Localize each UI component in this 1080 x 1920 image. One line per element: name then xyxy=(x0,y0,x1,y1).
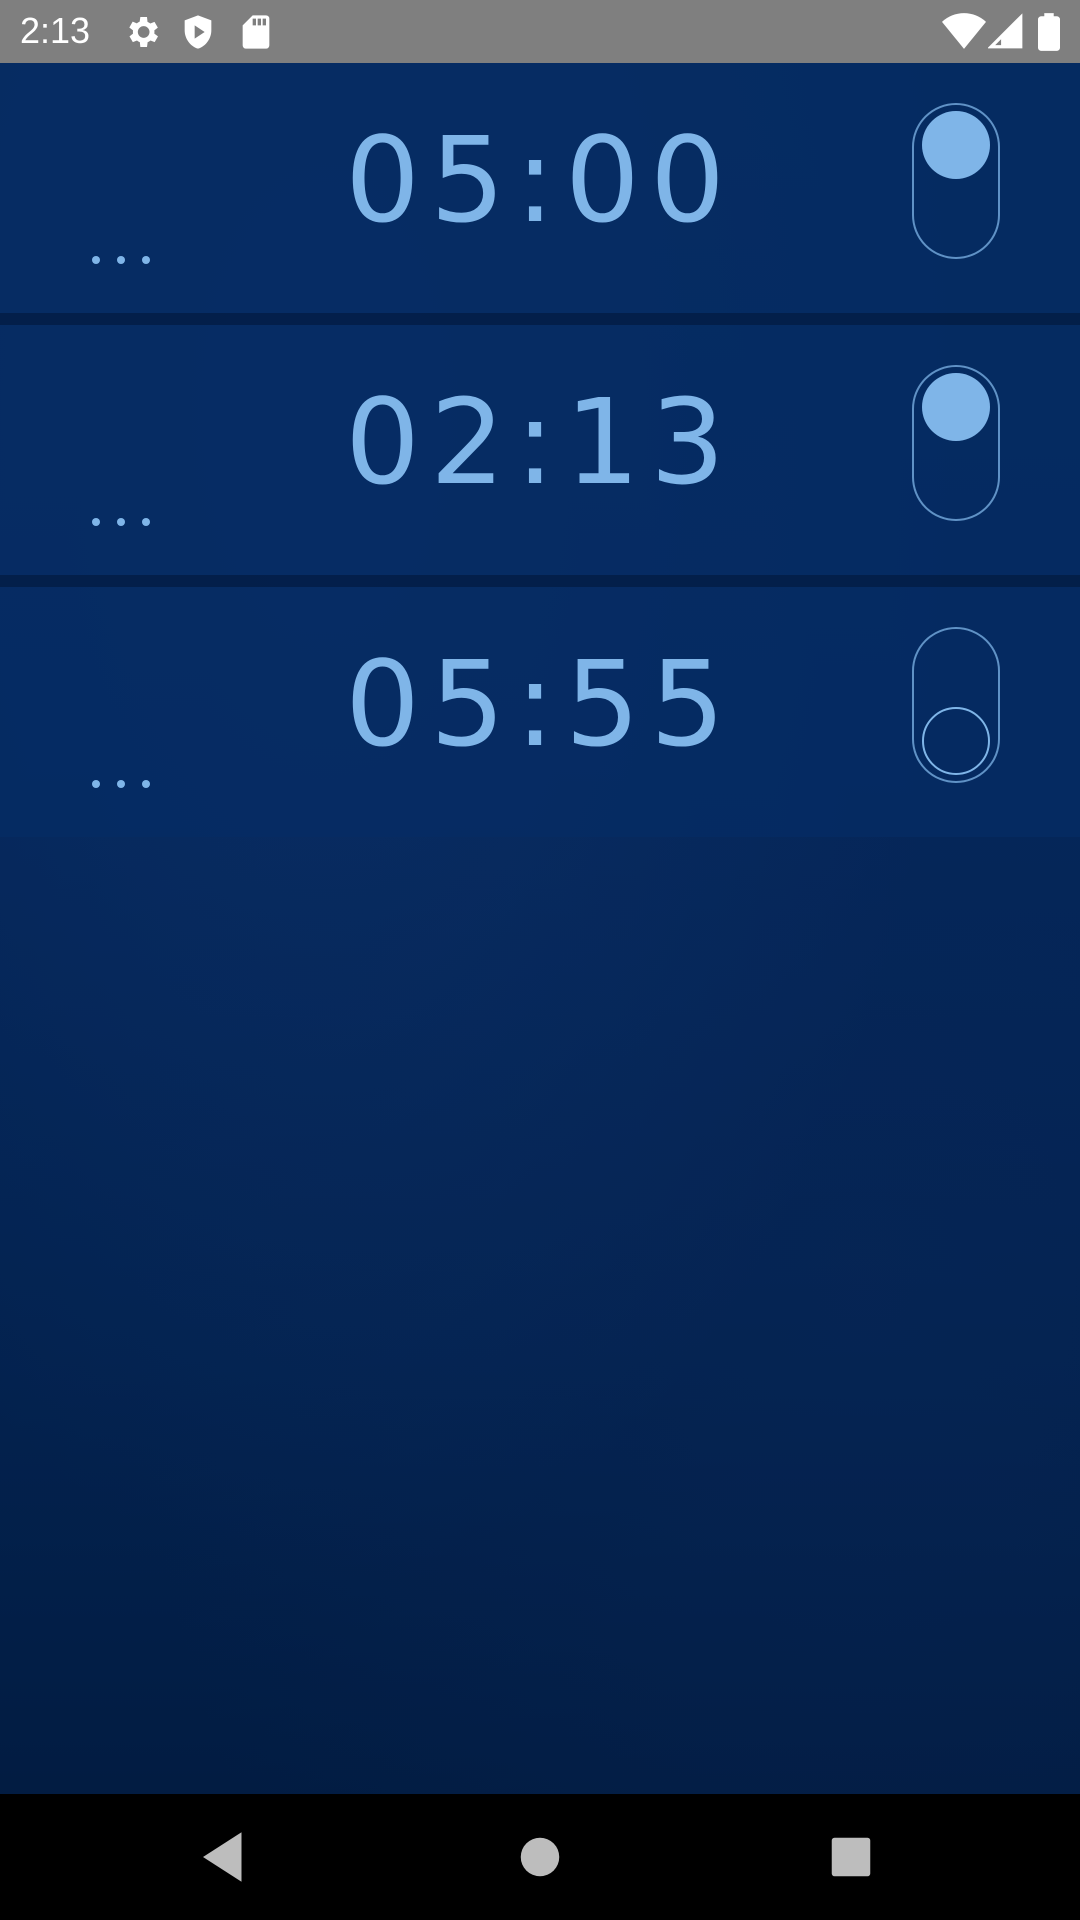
menu-dot-icon xyxy=(142,780,150,788)
alarm-row[interactable]: 05:00 xyxy=(0,63,1080,325)
alarm-options-button[interactable] xyxy=(92,765,172,805)
menu-dot-icon xyxy=(92,518,100,526)
toggle-knob xyxy=(922,111,990,179)
status-time: 2:13 xyxy=(20,10,91,51)
alarm-row[interactable]: 02:13 xyxy=(0,325,1080,587)
gear-icon xyxy=(122,12,162,52)
toggle-knob xyxy=(922,707,990,775)
status-bar: 2:13 xyxy=(0,0,1080,63)
battery-icon xyxy=(1038,12,1062,52)
menu-dot-icon xyxy=(117,780,125,788)
alarm-list: 05:00 02:13 05:55 xyxy=(0,63,1080,837)
menu-dot-icon xyxy=(92,780,100,788)
home-icon[interactable] xyxy=(507,1824,573,1890)
navigation-bar xyxy=(0,1794,1080,1920)
menu-dot-icon xyxy=(142,256,150,264)
menu-dot-icon xyxy=(92,256,100,264)
alarm-row[interactable]: 05:55 xyxy=(0,587,1080,837)
alarm-toggle[interactable] xyxy=(912,103,1000,259)
back-icon[interactable] xyxy=(192,1824,258,1890)
alarm-toggle[interactable] xyxy=(912,627,1000,783)
signal-icon xyxy=(987,12,1028,52)
alarm-toggle[interactable] xyxy=(912,365,1000,521)
screen: 2:13 05:00 02:13 05:55 xyxy=(0,0,1080,1920)
sd-card-icon xyxy=(236,12,276,52)
menu-dot-icon xyxy=(117,518,125,526)
recents-icon[interactable] xyxy=(818,1824,884,1890)
alarm-options-button[interactable] xyxy=(92,241,172,281)
alarm-options-button[interactable] xyxy=(92,503,172,543)
menu-dot-icon xyxy=(142,518,150,526)
menu-dot-icon xyxy=(117,256,125,264)
toggle-knob xyxy=(922,373,990,441)
shield-icon xyxy=(178,12,218,52)
alarm-screen: 05:00 02:13 05:55 xyxy=(0,63,1080,1794)
wifi-icon xyxy=(942,12,986,52)
